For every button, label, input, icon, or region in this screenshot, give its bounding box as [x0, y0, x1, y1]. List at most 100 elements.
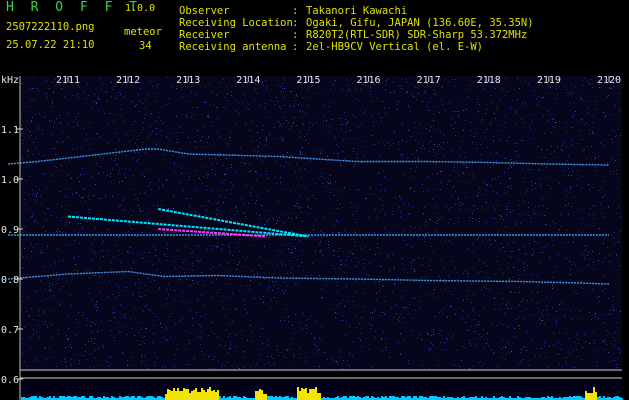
- signal-bar: [127, 396, 129, 400]
- signal-bar: [547, 396, 549, 400]
- location-value: Ogaki, Gifu, JAPAN (136.60E, 35.35N): [306, 17, 534, 29]
- x-tick-label: 2116: [357, 75, 381, 86]
- signal-bar: [385, 396, 387, 400]
- signal-bar: [307, 393, 309, 400]
- antenna-value: 2el-HB9CV Vertical (el. E-W): [306, 41, 484, 53]
- signal-bar: [357, 396, 359, 400]
- signal-bar: [255, 391, 257, 400]
- signal-bar: [267, 396, 269, 400]
- signal-bar: [217, 390, 219, 400]
- signal-bar: [475, 396, 477, 400]
- signal-bar: [75, 396, 77, 400]
- signal-bar: [213, 390, 215, 400]
- signal-bar: [429, 396, 431, 400]
- signal-bar: [193, 390, 195, 400]
- signal-bar: [209, 387, 211, 400]
- signal-bar: [615, 396, 617, 400]
- signal-bar: [367, 396, 369, 400]
- signal-bar: [205, 392, 207, 400]
- signal-bar: [35, 396, 37, 400]
- y-tick-label: 1.1: [1, 125, 19, 136]
- signal-bar: [151, 396, 153, 400]
- app-version: 1.0.0: [125, 3, 156, 14]
- receiver-label: Receiver: [179, 29, 230, 41]
- signal-bar: [343, 396, 345, 400]
- signal-bar: [381, 396, 383, 400]
- signal-bar: [403, 396, 405, 400]
- signal-bar: [271, 396, 273, 400]
- signal-bar: [365, 396, 367, 400]
- signal-bar: [569, 396, 571, 400]
- signal-bar: [261, 390, 263, 400]
- signal-bar: [111, 396, 113, 400]
- signal-bar: [509, 396, 511, 400]
- signal-bar: [179, 391, 181, 400]
- signal-bar: [493, 396, 495, 400]
- app-title: H R O F F T: [6, 0, 142, 15]
- signal-bar: [401, 396, 403, 400]
- signal-bar: [91, 396, 93, 400]
- antenna-colon: :: [292, 41, 299, 53]
- signal-bar: [167, 389, 169, 400]
- signal-bar: [63, 396, 65, 400]
- signal-bar: [137, 396, 139, 400]
- y-tick-label: 1.0: [1, 175, 19, 186]
- signal-bar: [349, 396, 351, 400]
- signal-bar: [171, 391, 173, 400]
- signal-bar: [149, 396, 151, 400]
- signal-bar: [589, 393, 591, 400]
- meteor-count: 34: [139, 40, 152, 52]
- signal-bar: [391, 396, 393, 400]
- x-tick-label: 2113: [176, 75, 200, 86]
- observer-value: Takanori Kawachi: [306, 5, 408, 17]
- file-name: 2507222110.png: [6, 21, 95, 33]
- signal-bar: [211, 391, 213, 400]
- signal-bar: [481, 396, 483, 400]
- signal-bar: [501, 396, 503, 400]
- signal-bar: [345, 396, 347, 400]
- signal-bar: [259, 389, 261, 400]
- signal-bar: [173, 388, 175, 400]
- signal-bar: [305, 388, 307, 400]
- signal-bar: [279, 396, 281, 400]
- observer-label: Observer: [179, 5, 230, 17]
- signal-bar: [415, 396, 417, 400]
- location-label: Receiving Location: [179, 17, 293, 29]
- signal-bar: [199, 392, 201, 400]
- signal-bar: [595, 392, 597, 400]
- signal-bar: [351, 396, 353, 400]
- signal-bar: [389, 396, 391, 400]
- signal-bar: [147, 396, 149, 400]
- signal-bar: [551, 396, 553, 400]
- signal-bar: [393, 396, 395, 400]
- signal-bar: [201, 388, 203, 400]
- signal-bar: [297, 387, 299, 400]
- signal-bar: [285, 396, 287, 400]
- signal-bar: [421, 396, 423, 400]
- signal-bar: [443, 396, 445, 400]
- timestamp: 25.07.22 21:10: [6, 39, 95, 51]
- signal-bar: [59, 396, 61, 400]
- signal-bar: [229, 396, 231, 400]
- x-tick-label: 2111: [56, 75, 80, 86]
- signal-bar: [73, 396, 75, 400]
- signal-bar: [203, 390, 205, 400]
- signal-bar: [413, 396, 415, 400]
- signal-bar: [313, 389, 315, 400]
- spectrogram: 1.1 1.0 0.9 0.8 0.7 0.6 2111 2112 2113 2114 2115 2…: [0, 73, 629, 400]
- signal-bar: [39, 396, 41, 400]
- y-tick-label: 0.7: [1, 325, 19, 336]
- signal-bar: [215, 392, 217, 400]
- signal-bar: [61, 396, 63, 400]
- x-tick-label: 2118: [477, 75, 501, 86]
- signal-bar: [585, 391, 587, 400]
- signal-bar: [517, 396, 519, 400]
- x-tick-label: 2114: [236, 75, 260, 86]
- signal-bar: [235, 396, 237, 400]
- signal-bar: [131, 396, 133, 400]
- signal-bar: [319, 393, 321, 400]
- signal-bar: [133, 396, 135, 400]
- signal-bar: [577, 396, 579, 400]
- signal-bar: [257, 391, 259, 400]
- signal-bar: [371, 396, 373, 400]
